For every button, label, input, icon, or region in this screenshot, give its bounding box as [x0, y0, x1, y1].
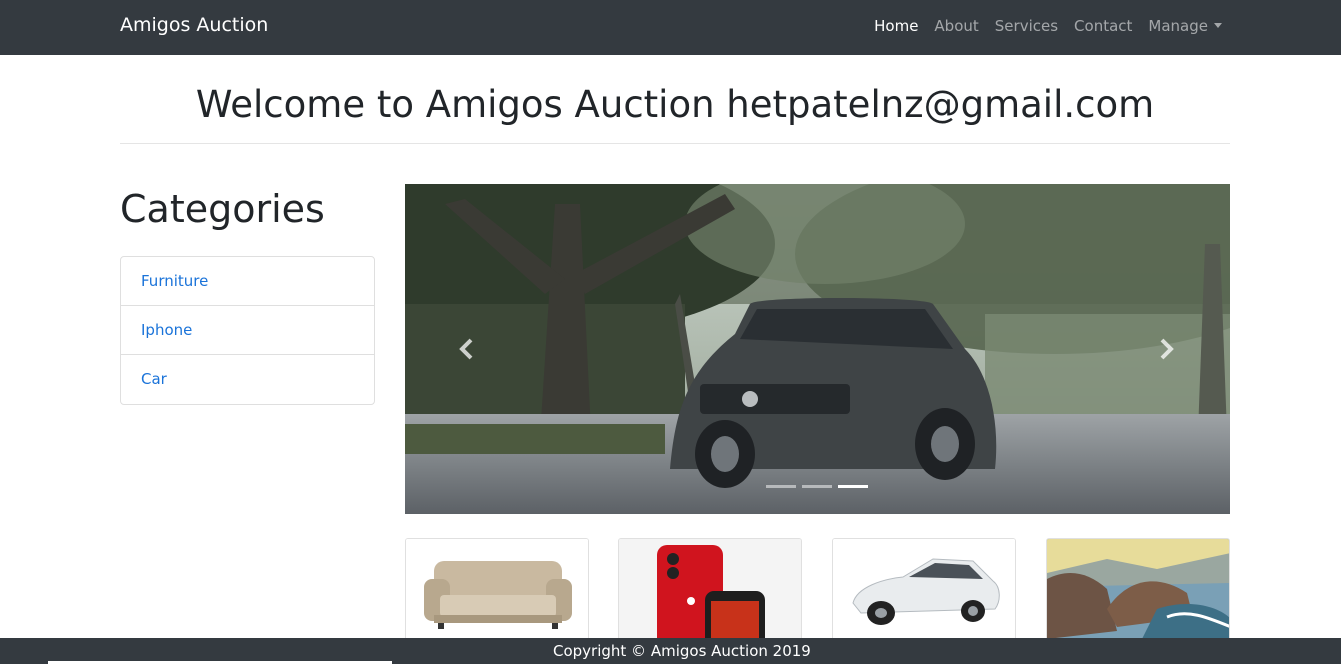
- brand-link[interactable]: Amigos Auction: [120, 14, 268, 36]
- footer: Copyright © Amigos Auction 2019: [0, 638, 1341, 664]
- caret-down-icon: [1214, 23, 1222, 28]
- nav-menu: Home About Services Contact Manage: [866, 17, 1230, 35]
- carousel-prev-button[interactable]: [451, 334, 481, 364]
- welcome-heading: Welcome to Amigos Auction hetpatelnz@gma…: [195, 83, 1155, 126]
- categories-title: Categories: [120, 187, 325, 231]
- iphone-image: [619, 539, 801, 647]
- category-item-iphone[interactable]: Iphone: [121, 306, 374, 355]
- nav-manage-dropdown[interactable]: Manage: [1140, 17, 1230, 35]
- category-item-furniture[interactable]: Furniture: [121, 257, 374, 306]
- nav-home[interactable]: Home: [866, 17, 926, 35]
- carousel-indicator-3[interactable]: [838, 485, 868, 488]
- carousel-indicator-1[interactable]: [766, 485, 796, 488]
- thumbnail-sofa[interactable]: [405, 538, 589, 648]
- seascape-image: [1047, 539, 1229, 647]
- nav-manage-label: Manage: [1148, 17, 1208, 35]
- copyright-text: Copyright © Amigos Auction 2019: [553, 642, 811, 660]
- car-image: [833, 539, 1015, 647]
- thumbnail-car[interactable]: [832, 538, 1016, 648]
- carousel-indicators: [766, 485, 868, 488]
- nav-services[interactable]: Services: [987, 17, 1066, 35]
- nav-about[interactable]: About: [926, 17, 986, 35]
- top-navbar: Amigos Auction Home About Services Conta…: [0, 0, 1341, 55]
- sofa-image: [406, 539, 588, 647]
- category-item-car[interactable]: Car: [121, 355, 374, 404]
- chevron-left-icon: [459, 338, 473, 360]
- thumbnail-iphone[interactable]: [618, 538, 802, 648]
- carousel-next-button[interactable]: [1152, 334, 1182, 364]
- nav-contact[interactable]: Contact: [1066, 17, 1140, 35]
- divider: [120, 143, 1230, 144]
- carousel-car-image: [405, 184, 1230, 514]
- chevron-right-icon: [1160, 338, 1174, 360]
- thumbnail-painting[interactable]: [1046, 538, 1230, 648]
- category-list: Furniture Iphone Car: [120, 256, 375, 405]
- carousel-indicator-2[interactable]: [802, 485, 832, 488]
- image-carousel[interactable]: [405, 184, 1230, 514]
